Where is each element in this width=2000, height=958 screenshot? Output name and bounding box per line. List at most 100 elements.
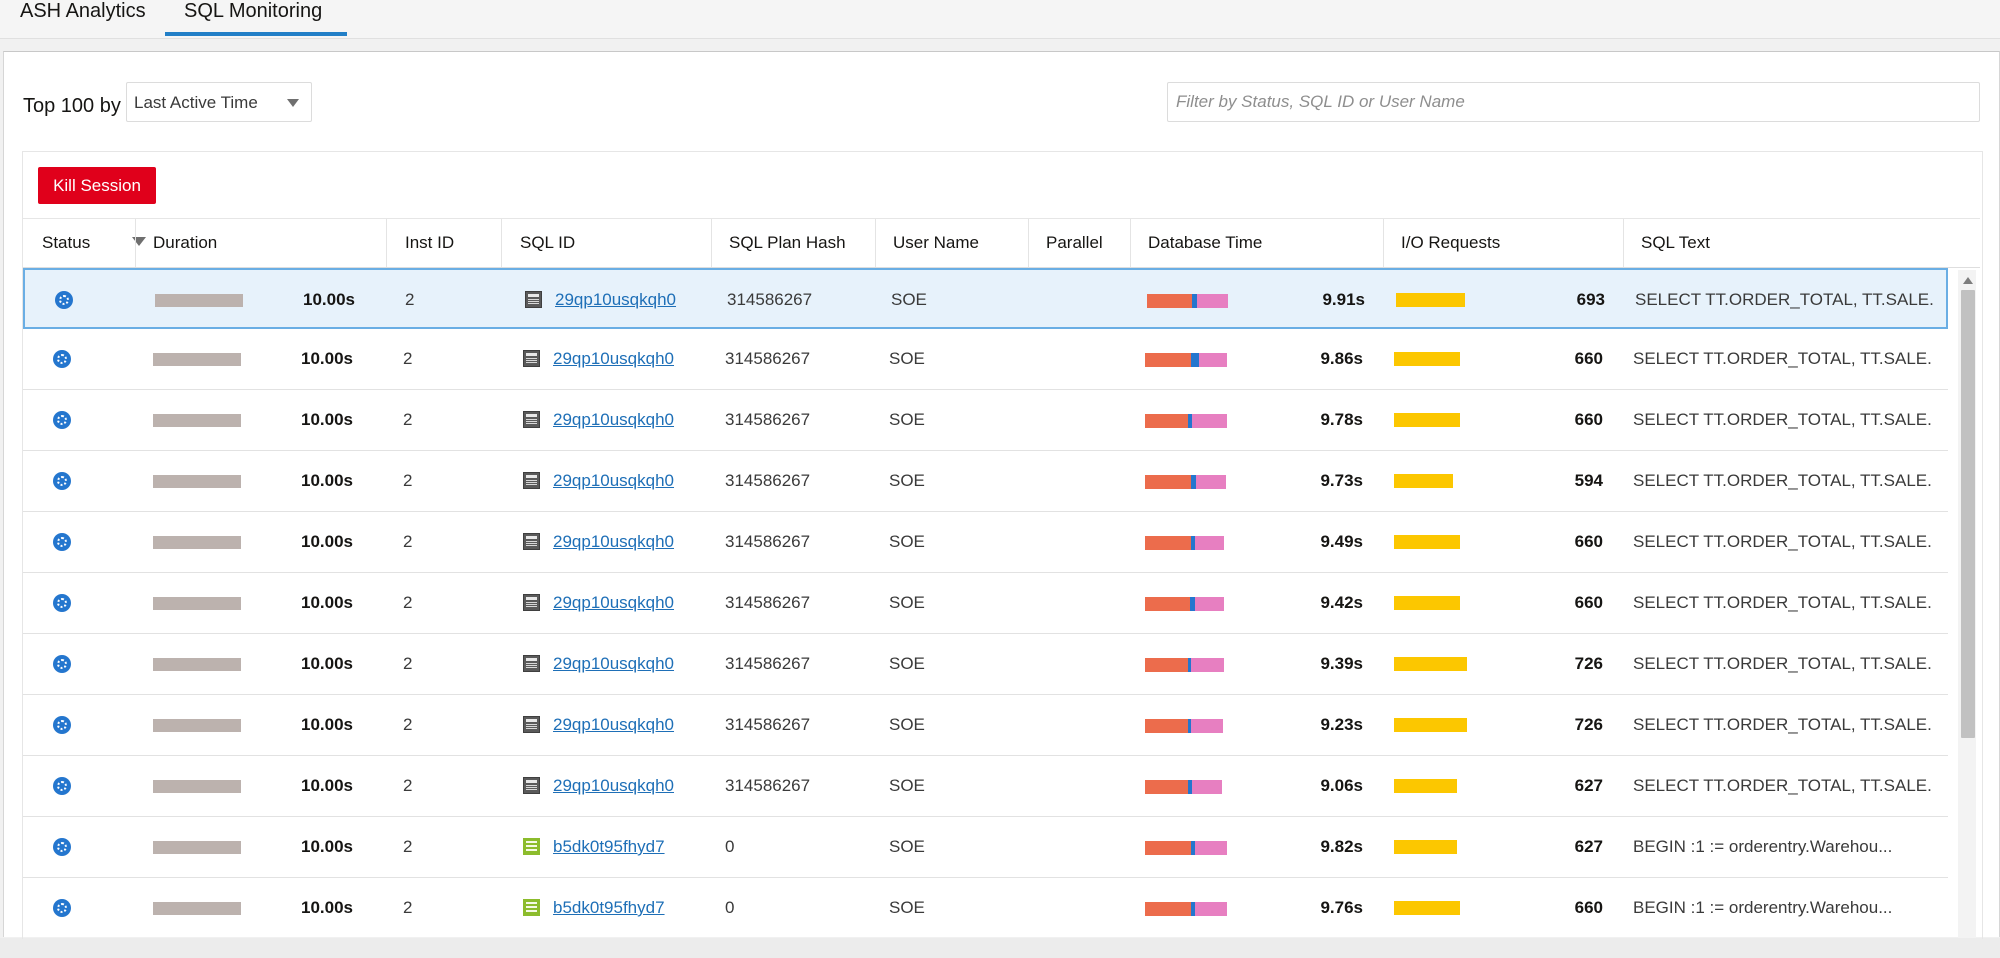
chevron-down-icon xyxy=(287,99,299,107)
sql-id-link[interactable]: 29qp10usqkqh0 xyxy=(553,573,674,633)
cpu-segment xyxy=(1145,353,1191,367)
sql-plan-hash: 314586267 xyxy=(727,290,813,309)
column-header-io-requests[interactable]: I/O Requests xyxy=(1401,219,1500,267)
table-row[interactable]: 10.00s 2 29qp10usqkqh0 314586267 SOE 9.4… xyxy=(23,512,1948,573)
database-time-value: 9.23s xyxy=(1320,715,1363,734)
column-header-parallel[interactable]: Parallel xyxy=(1046,219,1103,267)
io-wait-segment xyxy=(1191,353,1199,367)
duration-value: 10.00s xyxy=(301,715,353,734)
column-header-database-time[interactable]: Database Time xyxy=(1148,219,1262,267)
other-wait-segment xyxy=(1195,536,1224,550)
database-time-bar xyxy=(1145,658,1224,672)
sql-id-link[interactable]: b5dk0t95fhyd7 xyxy=(553,878,665,938)
database-time-bar xyxy=(1147,294,1228,308)
table-row[interactable]: 10.00s 2 29qp10usqkqh0 314586267 SOE 9.0… xyxy=(23,756,1948,817)
sort-by-select[interactable]: Last Active Time xyxy=(126,82,312,122)
sql-id-link[interactable]: b5dk0t95fhyd7 xyxy=(553,817,665,877)
sql-text: SELECT TT.ORDER_TOTAL, TT.SALE... xyxy=(1633,593,1933,612)
inst-id: 2 xyxy=(403,837,413,856)
database-time-bar xyxy=(1145,719,1223,733)
sql-text: SELECT TT.ORDER_TOTAL, TT.SALE... xyxy=(1633,654,1933,673)
database-time-bar xyxy=(1145,597,1224,611)
other-wait-segment xyxy=(1196,475,1226,489)
column-divider xyxy=(1623,219,1624,267)
tab-ash-analytics[interactable]: ASH Analytics xyxy=(20,0,146,38)
io-requests-bar xyxy=(1394,840,1457,854)
database-time-value: 9.78s xyxy=(1320,410,1363,429)
scrollbar-thumb[interactable] xyxy=(1961,290,1975,738)
filter-input[interactable] xyxy=(1167,82,1980,122)
active-tab-indicator xyxy=(165,32,347,36)
sql-id-link[interactable]: 29qp10usqkqh0 xyxy=(553,695,674,755)
table-row[interactable]: 10.00s 2 29qp10usqkqh0 314586267 SOE 9.3… xyxy=(23,634,1948,695)
sql-id-link[interactable]: 29qp10usqkqh0 xyxy=(553,756,674,816)
io-requests-bar xyxy=(1394,535,1460,549)
column-header-status[interactable]: Status xyxy=(42,219,90,267)
column-header-user-name[interactable]: User Name xyxy=(893,219,979,267)
sql-plan-hash: 314586267 xyxy=(725,593,811,612)
column-header-inst-id[interactable]: Inst ID xyxy=(405,219,454,267)
duration-bar xyxy=(153,353,241,366)
sql-id-link[interactable]: 29qp10usqkqh0 xyxy=(553,390,674,450)
column-header-sql-text[interactable]: SQL Text xyxy=(1641,219,1710,267)
cpu-segment xyxy=(1145,536,1191,550)
sql-text: BEGIN :1 := orderentry.Warehou... xyxy=(1633,837,1893,856)
table-row[interactable]: 10.00s 2 29qp10usqkqh0 314586267 SOE 9.9… xyxy=(23,268,1948,329)
column-header-sql-id[interactable]: SQL ID xyxy=(520,219,575,267)
table-row[interactable]: 10.00s 2 b5dk0t95fhyd7 0 SOE 9.82s 627 B… xyxy=(23,817,1948,878)
database-time-bar xyxy=(1145,414,1227,428)
cpu-segment xyxy=(1145,658,1188,672)
other-wait-segment xyxy=(1192,414,1227,428)
inst-id: 2 xyxy=(405,290,415,309)
table-row[interactable]: 10.00s 2 29qp10usqkqh0 314586267 SOE 9.4… xyxy=(23,573,1948,634)
sql-id-link[interactable]: 29qp10usqkqh0 xyxy=(553,451,674,511)
duration-bar xyxy=(153,597,241,610)
user-name: SOE xyxy=(889,593,925,612)
io-requests-value: 693 xyxy=(1576,290,1605,309)
io-requests-bar xyxy=(1394,657,1467,671)
column-divider xyxy=(875,219,876,267)
column-divider xyxy=(386,219,387,267)
table-row[interactable]: 10.00s 2 b5dk0t95fhyd7 0 SOE 9.76s 660 B… xyxy=(23,878,1948,938)
sql-id-link[interactable]: 29qp10usqkqh0 xyxy=(553,634,674,694)
table-row[interactable]: 10.00s 2 29qp10usqkqh0 314586267 SOE 9.7… xyxy=(23,451,1948,512)
plsql-block-icon xyxy=(523,899,540,916)
column-header-duration[interactable]: Duration xyxy=(153,219,217,267)
other-wait-segment xyxy=(1195,902,1227,916)
sql-id-link[interactable]: 29qp10usqkqh0 xyxy=(553,329,674,389)
inst-id: 2 xyxy=(403,776,413,795)
sql-id-link[interactable]: 29qp10usqkqh0 xyxy=(553,512,674,572)
inst-id: 2 xyxy=(403,471,413,490)
table-row[interactable]: 10.00s 2 29qp10usqkqh0 314586267 SOE 9.8… xyxy=(23,329,1948,390)
duration-bar xyxy=(153,780,241,793)
io-requests-bar xyxy=(1394,352,1460,366)
sort-by-value: Last Active Time xyxy=(134,93,258,112)
executing-icon xyxy=(53,777,71,795)
user-name: SOE xyxy=(889,410,925,429)
database-time-value: 9.42s xyxy=(1320,593,1363,612)
duration-value: 10.00s xyxy=(301,471,353,490)
sql-plan-hash: 314586267 xyxy=(725,654,811,673)
table-row[interactable]: 10.00s 2 29qp10usqkqh0 314586267 SOE 9.7… xyxy=(23,390,1948,451)
table-row[interactable]: 10.00s 2 29qp10usqkqh0 314586267 SOE 9.2… xyxy=(23,695,1948,756)
user-name: SOE xyxy=(891,290,927,309)
other-wait-segment xyxy=(1195,597,1224,611)
sql-text: SELECT TT.ORDER_TOTAL, TT.SALE... xyxy=(1633,349,1933,368)
column-divider xyxy=(1028,219,1029,267)
io-requests-value: 726 xyxy=(1574,715,1603,734)
kill-session-button[interactable]: Kill Session xyxy=(38,167,156,204)
io-requests-bar xyxy=(1394,779,1457,793)
sql-text: SELECT TT.ORDER_TOTAL, TT.SALE... xyxy=(1633,471,1933,490)
scroll-up-arrow-icon[interactable] xyxy=(1963,277,1973,284)
other-wait-segment xyxy=(1191,719,1223,733)
executing-icon xyxy=(53,350,71,368)
column-header-sql-plan-hash[interactable]: SQL Plan Hash xyxy=(729,219,846,267)
database-time-value: 9.91s xyxy=(1322,290,1365,309)
io-requests-value: 660 xyxy=(1574,349,1603,368)
sql-id-link[interactable]: 29qp10usqkqh0 xyxy=(555,270,676,330)
duration-bar xyxy=(153,719,241,732)
inst-id: 2 xyxy=(403,532,413,551)
database-time-value: 9.76s xyxy=(1320,898,1363,917)
duration-bar xyxy=(153,902,241,915)
sql-statement-icon xyxy=(523,472,540,489)
